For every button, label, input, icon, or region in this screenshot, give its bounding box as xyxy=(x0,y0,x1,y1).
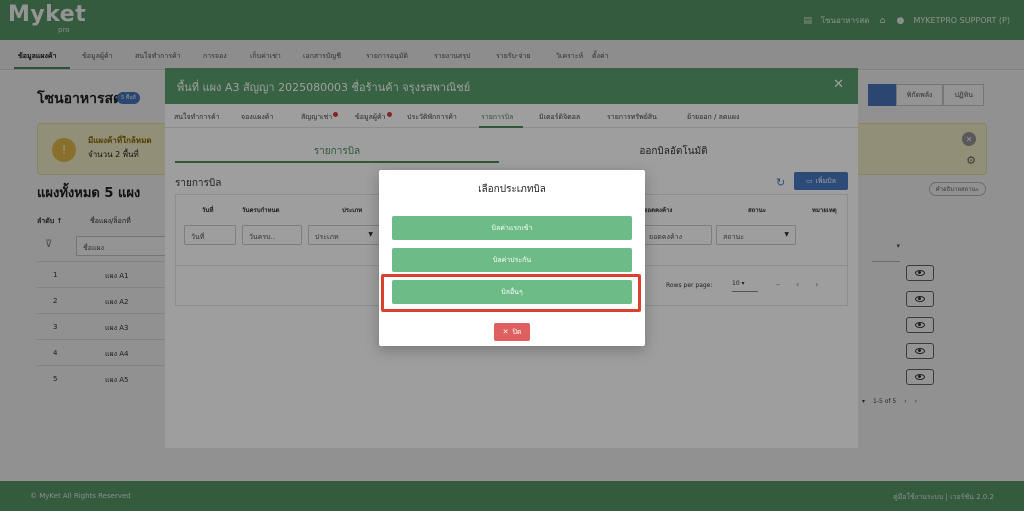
close-label: ปิด xyxy=(512,327,522,336)
close-modal-button[interactable]: ✕ ปิด xyxy=(494,323,530,341)
bill-type-modal: เลือกประเภทบิล บิลค่าแรกเข้า บิลค่าประกั… xyxy=(379,170,645,346)
deposit-bill-button[interactable]: บิลค่าประกัน xyxy=(392,248,632,272)
modal-title: เลือกประเภทบิล xyxy=(478,184,546,195)
app-root: Myket pro ▤ โซนอาหารสด ⌂ ● MYKETPRO SUPP… xyxy=(0,0,1024,511)
highlight-box xyxy=(381,274,641,312)
close-icon: ✕ xyxy=(502,328,509,336)
entry-fee-bill-button[interactable]: บิลค่าแรกเข้า xyxy=(392,216,632,240)
